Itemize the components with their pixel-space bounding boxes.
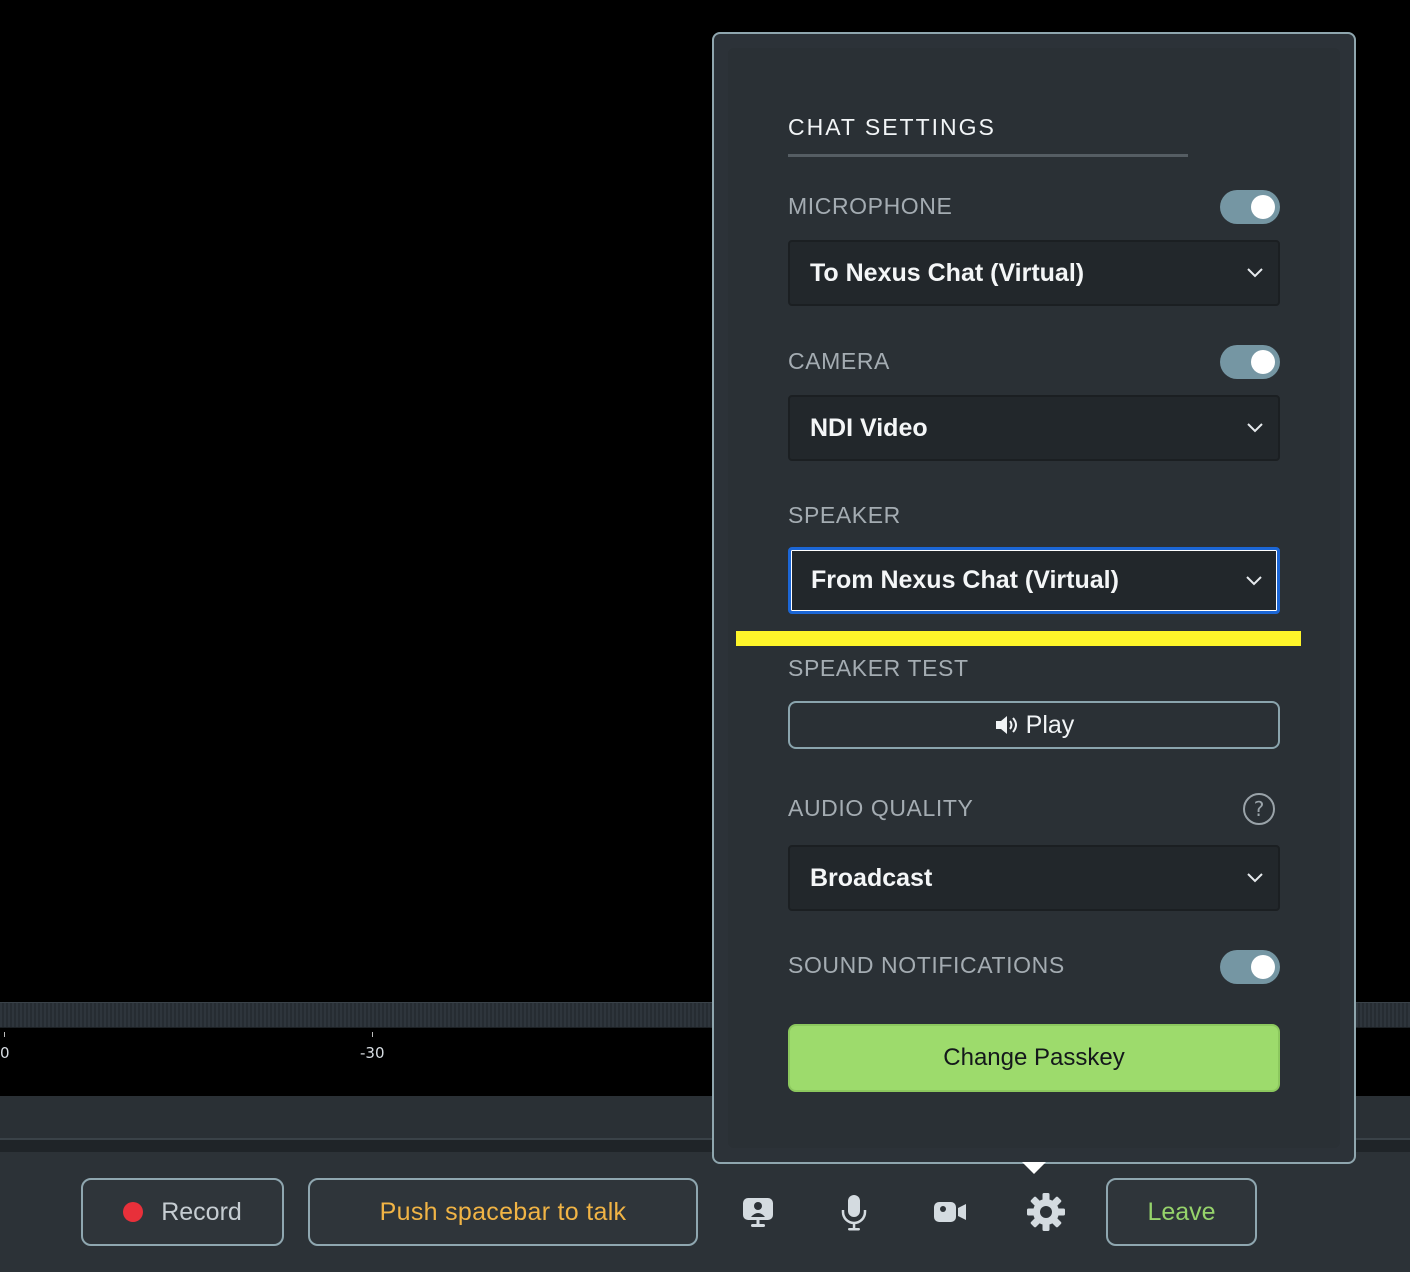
chevron-down-icon: [1247, 873, 1263, 883]
speaker-select[interactable]: From Nexus Chat (Virtual): [788, 547, 1280, 614]
camera-select-value: NDI Video: [810, 413, 928, 442]
speaker-label: SPEAKER: [788, 502, 901, 528]
leave-label: Leave: [1147, 1197, 1216, 1226]
microphone-select-value: To Nexus Chat (Virtual): [810, 258, 1085, 287]
push-to-talk-button[interactable]: Push spacebar to talk: [308, 1178, 698, 1246]
camera-label: CAMERA: [788, 348, 891, 374]
camera-select[interactable]: NDI Video: [788, 395, 1280, 461]
push-to-talk-label: Push spacebar to talk: [379, 1197, 627, 1226]
sound-notifications-label: SOUND NOTIFICATIONS: [788, 952, 1065, 978]
meter-tick: [4, 1032, 5, 1037]
speaker-icon: [995, 716, 1017, 734]
popup-caret: [1022, 1162, 1046, 1174]
microphone-label: MICROPHONE: [788, 193, 953, 219]
play-label: Play: [1025, 710, 1075, 739]
record-button[interactable]: Record: [81, 1178, 284, 1246]
microphone-icon[interactable]: [832, 1190, 876, 1234]
speaker-select-value: From Nexus Chat (Virtual): [811, 566, 1119, 594]
presenter-icon[interactable]: [736, 1190, 780, 1234]
meter-label-minus-30: -30: [360, 1044, 385, 1062]
gear-icon[interactable]: [1024, 1190, 1068, 1234]
audio-quality-select[interactable]: Broadcast: [788, 845, 1280, 911]
play-button[interactable]: Play: [788, 701, 1280, 749]
change-passkey-button[interactable]: Change Passkey: [788, 1024, 1280, 1092]
chevron-down-icon: [1247, 423, 1263, 433]
audio-quality-label: AUDIO QUALITY: [788, 795, 974, 821]
chevron-down-icon: [1246, 575, 1262, 585]
meter-tick: [372, 1032, 373, 1037]
speaker-test-label: SPEAKER TEST: [788, 655, 969, 681]
leave-button[interactable]: Leave: [1106, 1178, 1257, 1246]
record-dot-icon: [123, 1202, 144, 1222]
settings-title: CHAT SETTINGS: [788, 114, 996, 140]
help-icon[interactable]: ?: [1242, 792, 1276, 826]
audio-quality-select-value: Broadcast: [810, 863, 933, 892]
highlight-marker: [736, 631, 1301, 646]
title-underline: [788, 154, 1188, 157]
sound-notifications-toggle[interactable]: [1220, 950, 1280, 984]
meter-label-0: 0: [0, 1044, 10, 1062]
microphone-select[interactable]: To Nexus Chat (Virtual): [788, 240, 1280, 306]
microphone-toggle[interactable]: [1220, 190, 1280, 224]
camera-toggle[interactable]: [1220, 345, 1280, 379]
camera-icon[interactable]: [928, 1190, 972, 1234]
record-label: Record: [161, 1197, 242, 1226]
svg-text:?: ?: [1254, 797, 1265, 821]
chevron-down-icon: [1247, 268, 1263, 278]
change-passkey-label: Change Passkey: [943, 1044, 1125, 1071]
